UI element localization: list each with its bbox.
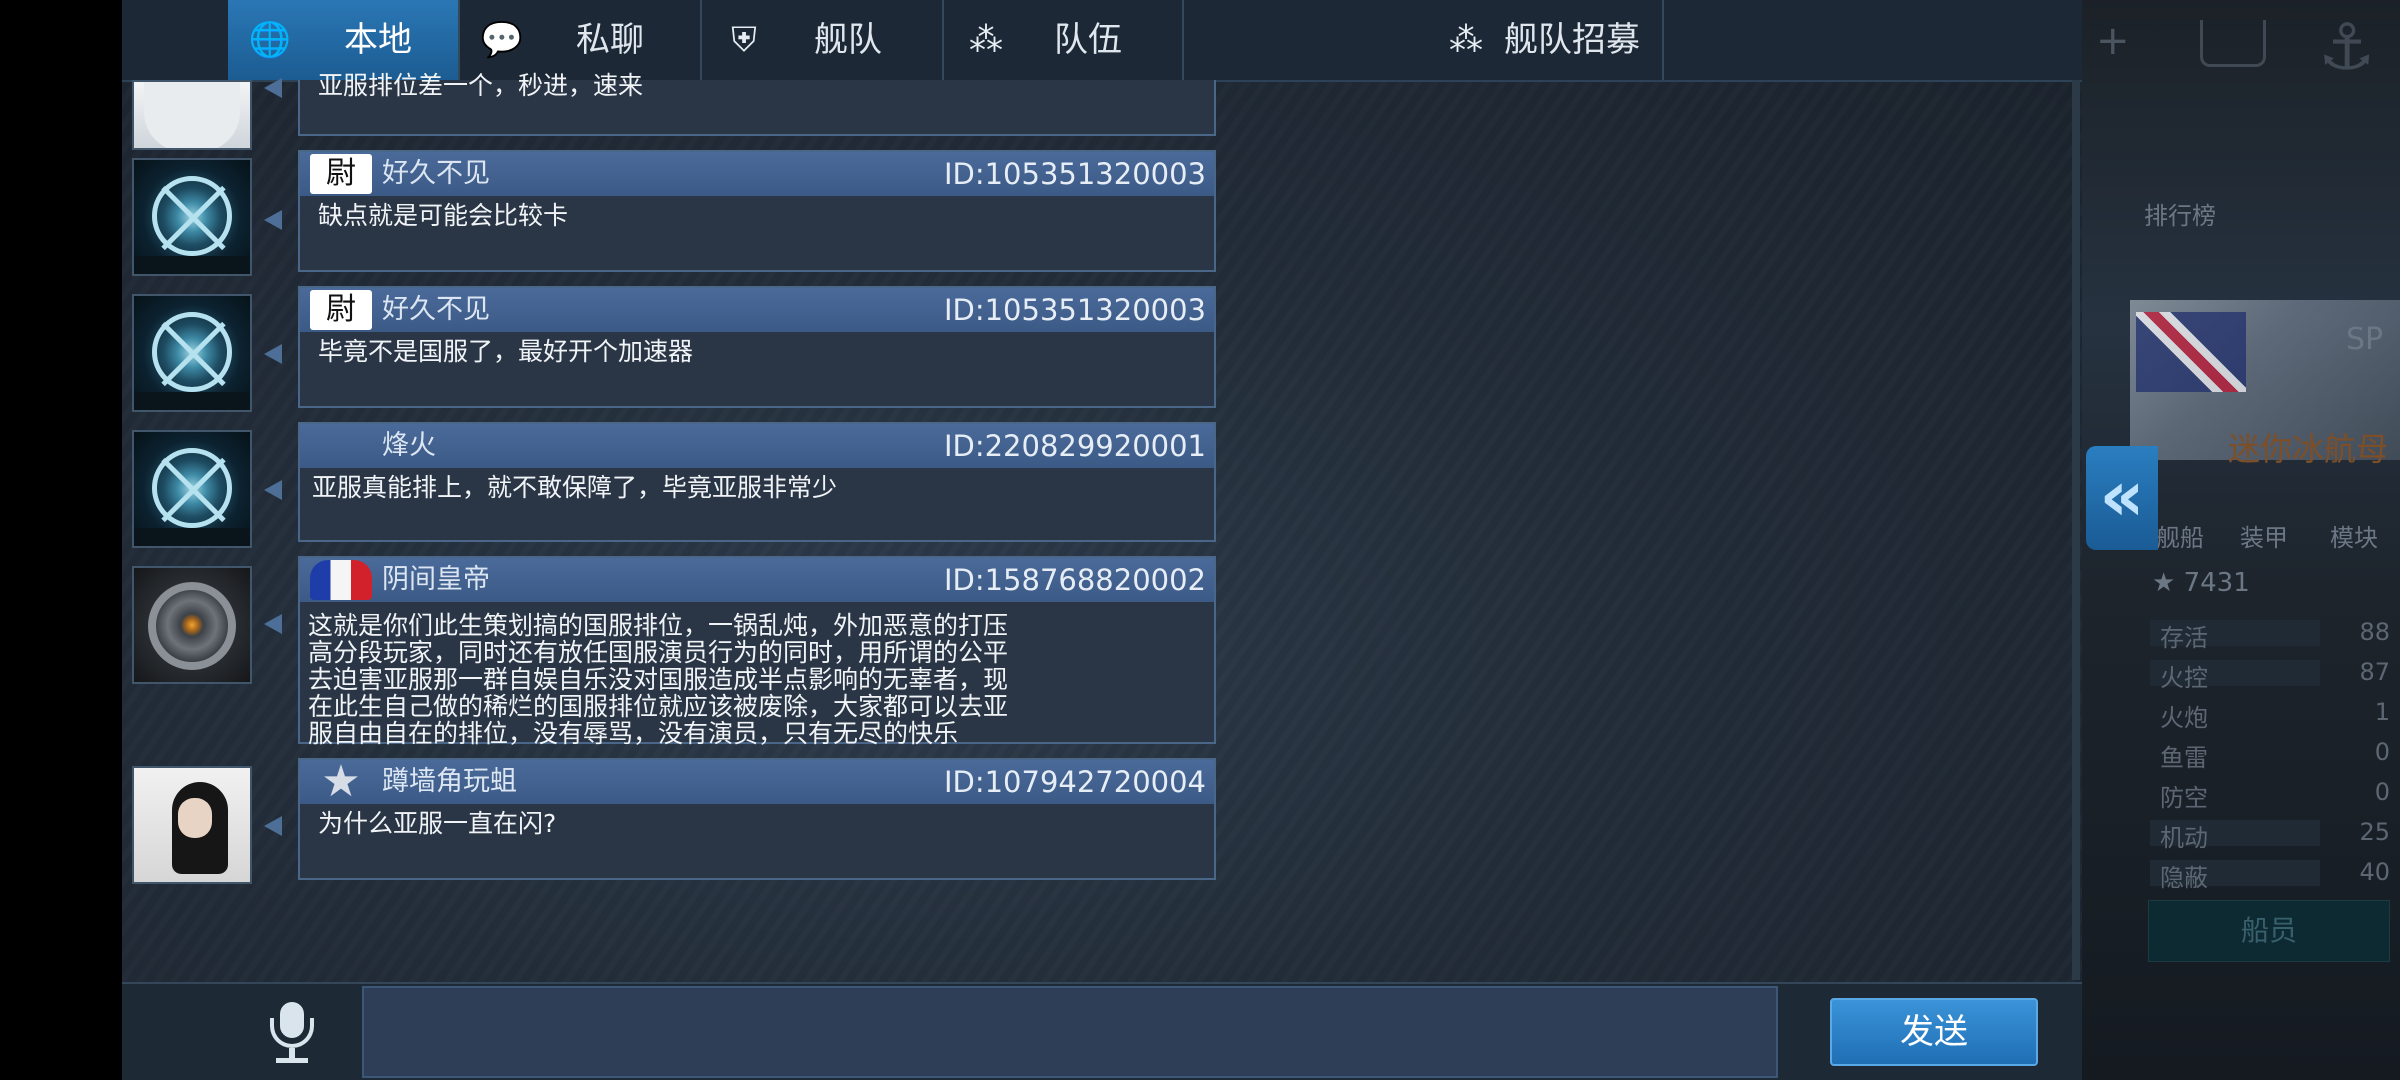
stat-row: 存活 88 (2150, 618, 2390, 652)
avatar[interactable] (132, 294, 252, 412)
message-text: 这就是你们此生策划搞的国服排位，一锅乱炖，外加恶意的打压 高分段玩家，同时还有放… (308, 611, 1009, 748)
tab-fleet-recruitment[interactable]: ⁂ 舰队招募 (1184, 0, 1664, 80)
sp-label: SP (2346, 322, 2384, 357)
message-pointer (264, 614, 282, 634)
message-pointer (264, 344, 282, 364)
chat-tab-bar: 🌐 本地 💬 私聊 ⛨ 舰队 ⁂ 队伍 ⁂ 舰队招募 (122, 0, 2082, 82)
message-header: 尉 好久不见 ID:105351320003 (300, 288, 1214, 332)
bg-tab-ships[interactable]: 舰船 (2156, 518, 2204, 553)
sender-id: ID:158768820002 (943, 563, 1206, 597)
message-header: 阴间皇帝 ID:158768820002 (300, 558, 1214, 602)
tab-local[interactable]: 🌐 本地 (228, 0, 460, 80)
stat-row: 火控 87 (2150, 658, 2390, 692)
message-header: 尉 好久不见 ID:105351320003 (300, 152, 1214, 196)
crew-button[interactable]: 船员 (2148, 900, 2390, 962)
rank-badge-icon: 尉 (310, 154, 372, 194)
message-pointer (264, 210, 282, 230)
shop-cart-icon[interactable] (2200, 20, 2266, 67)
microphone-icon[interactable] (262, 1000, 322, 1066)
chat-bubble-icon: 💬 (480, 20, 524, 60)
stat-row: 防空 0 (2160, 778, 2390, 812)
chat-message: ★ 蹲墙角玩蛆 ID:107942720004 为什么亚服一直在闪? (298, 758, 1216, 880)
sender-name[interactable]: 好久不见 (382, 152, 490, 196)
team-dots-icon: ⁂ (1449, 20, 1483, 60)
sender-name[interactable]: 好久不见 (382, 288, 490, 332)
ranking-label[interactable]: 排行榜 (2144, 196, 2216, 231)
sender-id: ID:220829920001 (943, 429, 1206, 463)
anchor-icon[interactable]: ⚓ (2318, 8, 2375, 88)
double-chevron-left-icon: « (2099, 455, 2145, 537)
message-header: ★ 蹲墙角玩蛆 ID:107942720004 (300, 760, 1214, 804)
collapse-chat-button[interactable]: « (2086, 446, 2158, 550)
french-flag-badge-icon (310, 560, 372, 600)
message-text: 毕竟不是国服了，最好开个加速器 (318, 337, 694, 366)
avatar[interactable] (132, 80, 252, 150)
ship-name: 迷你冰航母 (2228, 430, 2389, 468)
avatar[interactable] (132, 766, 252, 884)
chat-message: 尉 好久不见 ID:105351320003 毕竟不是国服了，最好开个加速器 (298, 286, 1216, 408)
sender-id: ID:105351320003 (943, 157, 1206, 191)
star-badge-icon: ★ (321, 756, 361, 807)
stat-row: 机动 25 (2150, 818, 2390, 852)
chat-message: 亚服排位差一个，秒进，速来 (298, 72, 1216, 136)
chat-input-bar: 发送 (122, 982, 2082, 1080)
avatar[interactable] (132, 566, 252, 684)
stat-row: 火炮 1 (2160, 698, 2390, 732)
message-pointer (264, 78, 282, 98)
uk-flag-image (2136, 312, 2246, 392)
sender-id: ID:105351320003 (943, 293, 1206, 327)
message-header: 烽火 ID:220829920001 (300, 424, 1214, 468)
bg-tab-armor[interactable]: 装甲 (2240, 518, 2288, 553)
chat-scrollbar[interactable] (2072, 80, 2080, 980)
message-text: 亚服排位差一个，秒进，速来 (318, 71, 644, 100)
message-text: 亚服真能排上，就不敢保障了，毕竟亚服非常少 (312, 473, 838, 502)
sender-name[interactable]: 烽火 (382, 424, 436, 468)
avatar[interactable] (132, 430, 252, 548)
stat-row: 隐蔽 40 (2150, 858, 2390, 892)
globe-icon: 🌐 (248, 20, 292, 60)
message-text: 缺点就是可能会比较卡 (318, 201, 569, 230)
tab-team[interactable]: ⁂ 队伍 (944, 0, 1184, 80)
chat-input[interactable] (362, 986, 1778, 1078)
stat-row: 鱼雷 0 (2160, 738, 2390, 772)
message-text: 为什么亚服一直在闪? (318, 809, 557, 838)
chat-message: 烽火 ID:220829920001 亚服真能排上，就不敢保障了，毕竟亚服非常少 (298, 422, 1216, 542)
fleet-emblem-icon: ⛨ (731, 20, 757, 60)
chat-panel: 🌐 本地 💬 私聊 ⛨ 舰队 ⁂ 队伍 ⁂ 舰队招募 亚服排位差一个，秒进，速来… (122, 0, 2082, 1080)
chat-message: 阴间皇帝 ID:158768820002 这就是你们此生策划搞的国服排位，一锅乱… (298, 556, 1216, 748)
star-count: 7431 (2183, 568, 2250, 598)
message-pointer (264, 480, 282, 500)
bg-tab-modules[interactable]: 模块 (2330, 518, 2378, 553)
tab-fleet[interactable]: ⛨ 舰队 (702, 0, 944, 80)
plus-icon: + (2096, 18, 2130, 64)
sender-id: ID:107942720004 (943, 765, 1206, 799)
rank-badge-icon: 尉 (310, 290, 372, 330)
star-rating: ★ 7431 (2152, 568, 2250, 598)
avatar[interactable] (132, 158, 252, 276)
tab-private-chat[interactable]: 💬 私聊 (460, 0, 702, 80)
star-icon: ★ (2152, 568, 2184, 598)
team-dots-icon: ⁂ (969, 20, 1003, 60)
sender-name[interactable]: 蹲墙角玩蛆 (382, 760, 517, 804)
message-pointer (264, 816, 282, 836)
send-button[interactable]: 发送 (1830, 998, 2038, 1066)
sender-name[interactable]: 阴间皇帝 (382, 558, 490, 602)
chat-message: 尉 好久不见 ID:105351320003 缺点就是可能会比较卡 (298, 150, 1216, 272)
